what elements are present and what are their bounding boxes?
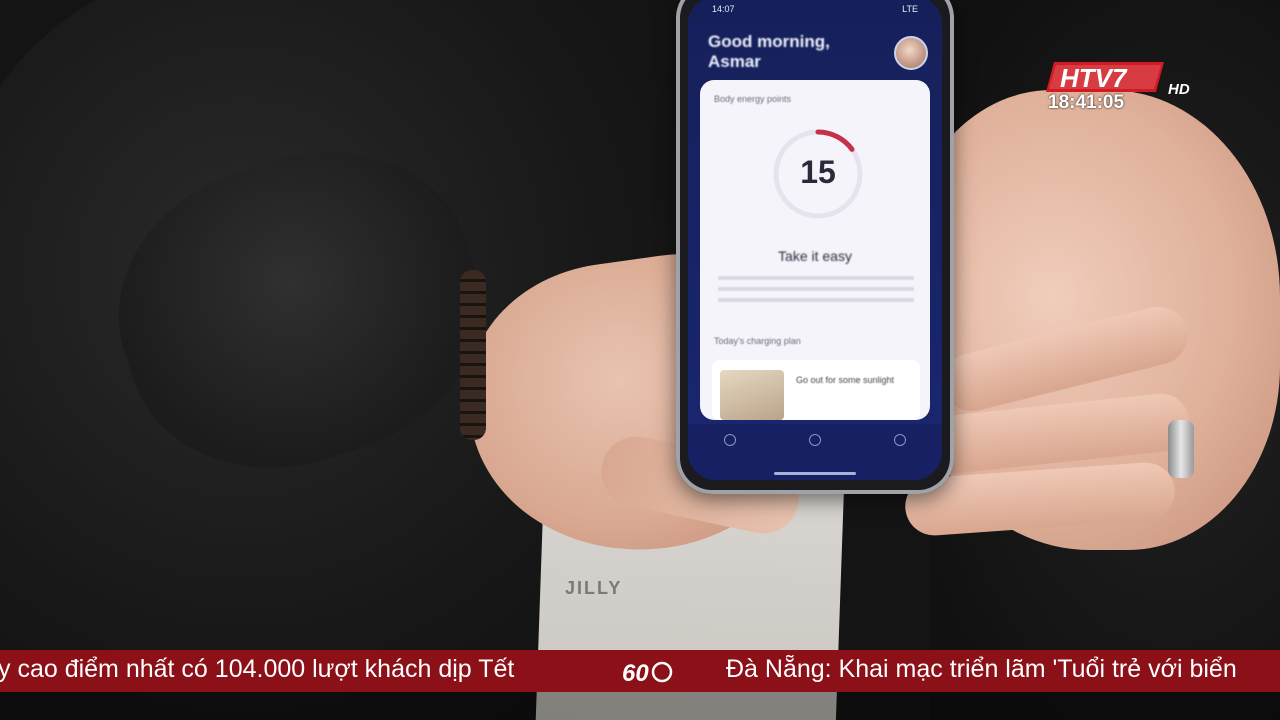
- nav-home-icon[interactable]: [724, 434, 737, 446]
- recommendation-text: Go out for some sunlight: [796, 375, 895, 385]
- phone-status-time: 14:07: [712, 4, 735, 14]
- nav-plan-icon[interactable]: [808, 434, 821, 446]
- phone-status-network: LTE: [902, 4, 918, 14]
- ticker-shadow: [0, 692, 1280, 720]
- video-frame: JILLY 14:07 LTE Good morning, Asmar Body…: [0, 0, 1280, 720]
- wedding-ring: [1168, 420, 1194, 478]
- charging-plan-label: Today's charging plan: [714, 336, 801, 346]
- bead-bracelet: [460, 270, 486, 440]
- nav-profile-icon[interactable]: [893, 434, 906, 446]
- phone-status-bar: 14:07 LTE: [712, 4, 918, 14]
- ticker-headline-right: Đà Nẵng: Khai mạc triển lãm 'Tuổi trẻ vớ…: [726, 655, 1237, 683]
- lanyard-text: JILLY: [565, 578, 623, 598]
- badge-label: 60: [622, 660, 649, 685]
- app-greeting: Good morning, Asmar: [708, 32, 830, 71]
- smartphone: 14:07 LTE Good morning, Asmar Body energ…: [676, 0, 954, 494]
- phone-screen: 14:07 LTE Good morning, Asmar Body energ…: [688, 0, 942, 480]
- ticker-headline-left: y cao điểm nhất có 104.000 lượt khách dị…: [0, 655, 515, 683]
- energy-points-value: 15: [800, 154, 836, 190]
- energy-headline: Take it easy: [778, 248, 852, 264]
- channel-suffix: HD: [1168, 81, 1190, 98]
- energy-card-label: Body energy points: [714, 94, 792, 104]
- avatar[interactable]: [894, 36, 928, 70]
- anniversary-badge: 60: [622, 660, 673, 685]
- channel-letters: HTV7: [1060, 63, 1128, 93]
- energy-description: [718, 276, 914, 306]
- recommendation-thumbnail: [720, 370, 784, 420]
- recommendation-card[interactable]: Go out for some sunlight: [712, 360, 920, 420]
- home-indicator: [774, 472, 856, 475]
- broadcast-clock: 18:41:05: [1048, 92, 1125, 113]
- energy-card[interactable]: Body energy points 15 Take it easy Today…: [700, 80, 930, 420]
- news-ticker: y cao điểm nhất có 104.000 lượt khách dị…: [0, 650, 1280, 692]
